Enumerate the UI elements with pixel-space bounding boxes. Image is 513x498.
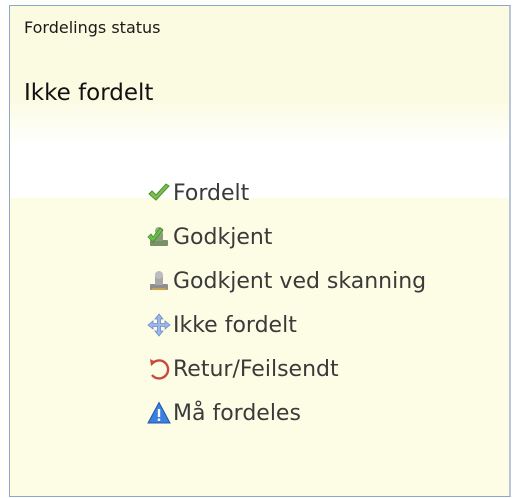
- legend-label: Fordelt: [173, 180, 250, 206]
- warning-icon: [147, 401, 171, 425]
- panel-title: Fordelings status: [24, 18, 161, 37]
- legend-item-godkjent: Godkjent: [147, 215, 426, 259]
- legend-item-retur-feilsendt: Retur/Feilsendt: [147, 347, 426, 391]
- return-arrow-icon: [147, 357, 171, 381]
- current-status-value: Ikke fordelt: [24, 80, 154, 106]
- legend-item-ikke-fordelt: Ikke fordelt: [147, 303, 426, 347]
- legend-item-godkjent-ved-skanning: Godkjent ved skanning: [147, 259, 426, 303]
- legend-label: Godkjent: [173, 224, 273, 250]
- approved-stamp-icon: [147, 225, 171, 249]
- distribution-status-panel: Fordelings status Ikke fordelt Fordelt G…: [9, 5, 511, 497]
- legend-item-fordelt: Fordelt: [147, 171, 426, 215]
- checkmark-icon: [147, 181, 171, 205]
- legend-label: Retur/Feilsendt: [173, 356, 339, 382]
- legend-label: Ikke fordelt: [173, 312, 297, 338]
- legend-label: Må fordeles: [173, 400, 301, 426]
- scan-stamp-icon: [147, 269, 171, 293]
- status-legend: Fordelt Godkjent Godkjent ved skanning I…: [147, 171, 426, 435]
- move-arrows-icon: [147, 313, 171, 337]
- legend-item-maa-fordeles: Må fordeles: [147, 391, 426, 435]
- legend-label: Godkjent ved skanning: [173, 268, 427, 294]
